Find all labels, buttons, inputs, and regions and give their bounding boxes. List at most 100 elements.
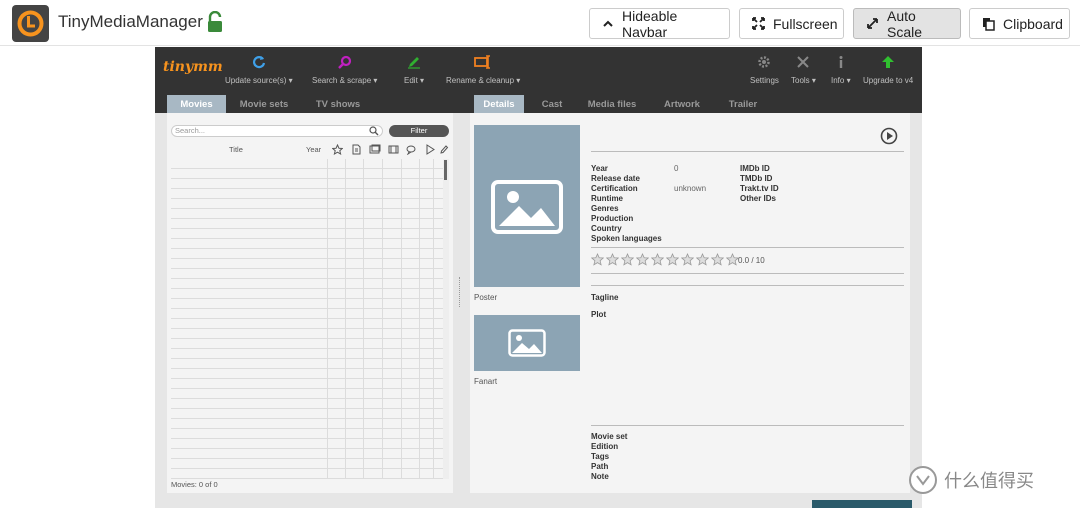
- update-sources-button[interactable]: Update source(s): [225, 55, 293, 85]
- divider: [591, 151, 904, 152]
- year-label: Year: [591, 164, 608, 173]
- rating-star-icon[interactable]: [606, 253, 619, 266]
- tab-tv-shows[interactable]: TV shows: [307, 95, 369, 113]
- fullscreen-label: Fullscreen: [773, 15, 838, 32]
- fullscreen-button[interactable]: Fullscreen: [739, 8, 844, 39]
- certification-label: Certification: [591, 184, 638, 193]
- table-row[interactable]: [171, 369, 443, 379]
- tab-cast[interactable]: Cast: [533, 95, 571, 113]
- unlock-icon[interactable]: [206, 10, 224, 38]
- rating-star-icon[interactable]: [681, 253, 694, 266]
- resize-arrows-icon: [867, 18, 878, 29]
- production-label: Production: [591, 214, 634, 223]
- table-row[interactable]: [171, 219, 443, 229]
- table-row[interactable]: [171, 429, 443, 439]
- path-label: Path: [591, 462, 609, 471]
- table-row[interactable]: [171, 439, 443, 449]
- pencil-small-icon[interactable]: [439, 144, 449, 155]
- fanart-image[interactable]: [474, 315, 580, 371]
- play-circle-icon[interactable]: [880, 127, 898, 145]
- table-row[interactable]: [171, 209, 443, 219]
- subtitles-icon[interactable]: [406, 144, 417, 155]
- images-icon[interactable]: [369, 144, 381, 155]
- trailer-play-icon[interactable]: [425, 144, 436, 155]
- tools-button[interactable]: Tools: [791, 55, 816, 85]
- rating-star-icon[interactable]: [621, 253, 634, 266]
- tab-movie-sets[interactable]: Movie sets: [233, 95, 295, 113]
- table-row[interactable]: [171, 359, 443, 369]
- table-row[interactable]: [171, 199, 443, 209]
- search-icon[interactable]: [369, 126, 379, 136]
- table-row[interactable]: [171, 279, 443, 289]
- tagline-label: Tagline: [591, 293, 619, 302]
- table-row[interactable]: [171, 249, 443, 259]
- other-ids-label: Other IDs: [740, 194, 777, 203]
- movie-set-label: Movie set: [591, 432, 628, 441]
- divider: [591, 247, 904, 248]
- filter-button[interactable]: Filter: [389, 125, 449, 137]
- search-input[interactable]: Search...: [171, 125, 383, 137]
- chevron-up-icon: [603, 20, 613, 27]
- upgrade-button[interactable]: Upgrade to v4: [863, 55, 913, 85]
- title-column-header[interactable]: Title: [229, 145, 243, 154]
- tab-trailer[interactable]: Trailer: [720, 95, 766, 113]
- spoken-languages-label: Spoken languages: [591, 234, 662, 243]
- rating-star-icon[interactable]: [666, 253, 679, 266]
- hideable-navbar-button[interactable]: Hideable Navbar: [589, 8, 730, 40]
- table-row[interactable]: [171, 229, 443, 239]
- table-row[interactable]: [171, 289, 443, 299]
- film-icon[interactable]: [388, 144, 399, 155]
- table-row[interactable]: [171, 339, 443, 349]
- table-row[interactable]: [171, 379, 443, 389]
- table-row[interactable]: [171, 269, 443, 279]
- table-row[interactable]: [171, 299, 443, 309]
- panel-splitter[interactable]: [459, 277, 461, 307]
- rating-star-icon[interactable]: [636, 253, 649, 266]
- table-row[interactable]: [171, 189, 443, 199]
- table-row[interactable]: [171, 159, 443, 169]
- table-row[interactable]: [171, 349, 443, 359]
- table-row[interactable]: [171, 469, 443, 479]
- tab-artwork[interactable]: Artwork: [653, 95, 711, 113]
- table-row[interactable]: [171, 179, 443, 189]
- table-row[interactable]: [171, 449, 443, 459]
- tab-bar: Movies Movie sets TV shows Details Cast …: [155, 95, 922, 118]
- table-row[interactable]: [171, 259, 443, 269]
- rating-star-icon[interactable]: [651, 253, 664, 266]
- table-row[interactable]: [171, 169, 443, 179]
- table-row[interactable]: [171, 309, 443, 319]
- auto-scale-button[interactable]: Auto Scale: [853, 8, 961, 40]
- table-row[interactable]: [171, 389, 443, 399]
- table-row[interactable]: [171, 239, 443, 249]
- clipboard-icon: [983, 17, 995, 31]
- year-column-header[interactable]: Year: [306, 145, 321, 154]
- star-icon[interactable]: [332, 144, 343, 155]
- taskbar-strip: [812, 500, 912, 508]
- settings-button[interactable]: Settings: [750, 55, 779, 85]
- clipboard-button[interactable]: Clipboard: [969, 8, 1070, 39]
- table-row[interactable]: [171, 319, 443, 329]
- table-row[interactable]: [171, 409, 443, 419]
- tab-media-files[interactable]: Media files: [580, 95, 644, 113]
- rating-star-icon[interactable]: [711, 253, 724, 266]
- nfo-file-icon[interactable]: [351, 144, 362, 155]
- tab-details[interactable]: Details: [474, 95, 524, 118]
- movie-table: [171, 159, 443, 479]
- search-scrape-button[interactable]: Search & scrape: [312, 55, 377, 85]
- table-row[interactable]: [171, 419, 443, 429]
- poster-image[interactable]: [474, 125, 580, 287]
- rating-text: 0.0 / 10: [738, 256, 765, 265]
- info-button[interactable]: Info: [831, 55, 851, 85]
- tab-movies[interactable]: Movies: [167, 95, 226, 118]
- divider: [591, 285, 904, 286]
- table-row[interactable]: [171, 399, 443, 409]
- app-title: TinyMediaManager: [58, 12, 203, 31]
- rating-star-icon[interactable]: [591, 253, 604, 266]
- scrollbar-thumb[interactable]: [444, 160, 447, 180]
- rating-star-icon[interactable]: [696, 253, 709, 266]
- rename-cleanup-button[interactable]: Rename & cleanup: [446, 55, 520, 85]
- table-row[interactable]: [171, 329, 443, 339]
- table-scrollbar[interactable]: [443, 159, 449, 479]
- edit-button[interactable]: Edit: [404, 55, 424, 85]
- table-row[interactable]: [171, 459, 443, 469]
